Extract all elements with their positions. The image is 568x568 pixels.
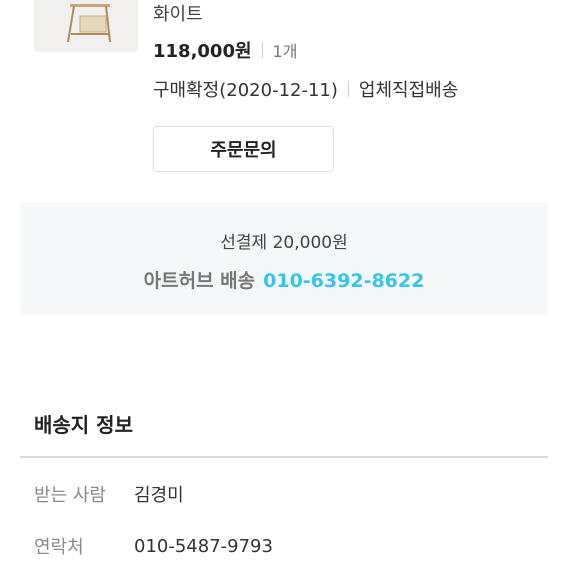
phone-row: 연락처 010-5487-9793 xyxy=(34,533,273,559)
product-quantity: 1개 xyxy=(272,42,298,61)
product-price: 118,000원 xyxy=(153,41,252,62)
order-status: 구매확정(2020-12-11) xyxy=(153,80,338,101)
shipping-fee-panel: 선결제 20,000원 아트허브 배송 010-6392-8622 xyxy=(20,202,548,315)
price-row: 118,000원 1개 xyxy=(153,37,297,63)
order-detail-page: 화이트 118,000원 1개 구매확정(2020-12-11) 업체직접배송 … xyxy=(0,0,568,568)
delivery-type: 업체직접배송 xyxy=(358,80,459,101)
order-inquiry-button[interactable]: 주문문의 xyxy=(153,126,334,172)
vendor-contact: 아트허브 배송 010-6392-8622 xyxy=(20,266,548,293)
divider xyxy=(347,81,349,97)
divider xyxy=(261,42,263,58)
recipient-value: 김경미 xyxy=(134,485,184,506)
side-table-image xyxy=(34,0,138,52)
phone-label: 연락처 xyxy=(34,537,84,558)
product-thumbnail[interactable] xyxy=(34,0,138,52)
shipping-fee: 선결제 20,000원 xyxy=(220,233,348,253)
recipient-label: 받는 사람 xyxy=(34,485,106,506)
section-divider xyxy=(20,456,548,458)
phone-value: 010-5487-9793 xyxy=(134,535,273,557)
product-option: 화이트 xyxy=(153,4,203,25)
section-title: 배송지 정보 xyxy=(34,413,133,437)
status-row: 구매확정(2020-12-11) 업체직접배송 xyxy=(153,76,458,102)
vendor-phone-link[interactable]: 010-6392-8622 xyxy=(263,270,424,292)
recipient-row: 받는 사람 김경미 xyxy=(34,481,184,507)
vendor-delivery-label: 아트허브 배송 xyxy=(143,270,256,292)
